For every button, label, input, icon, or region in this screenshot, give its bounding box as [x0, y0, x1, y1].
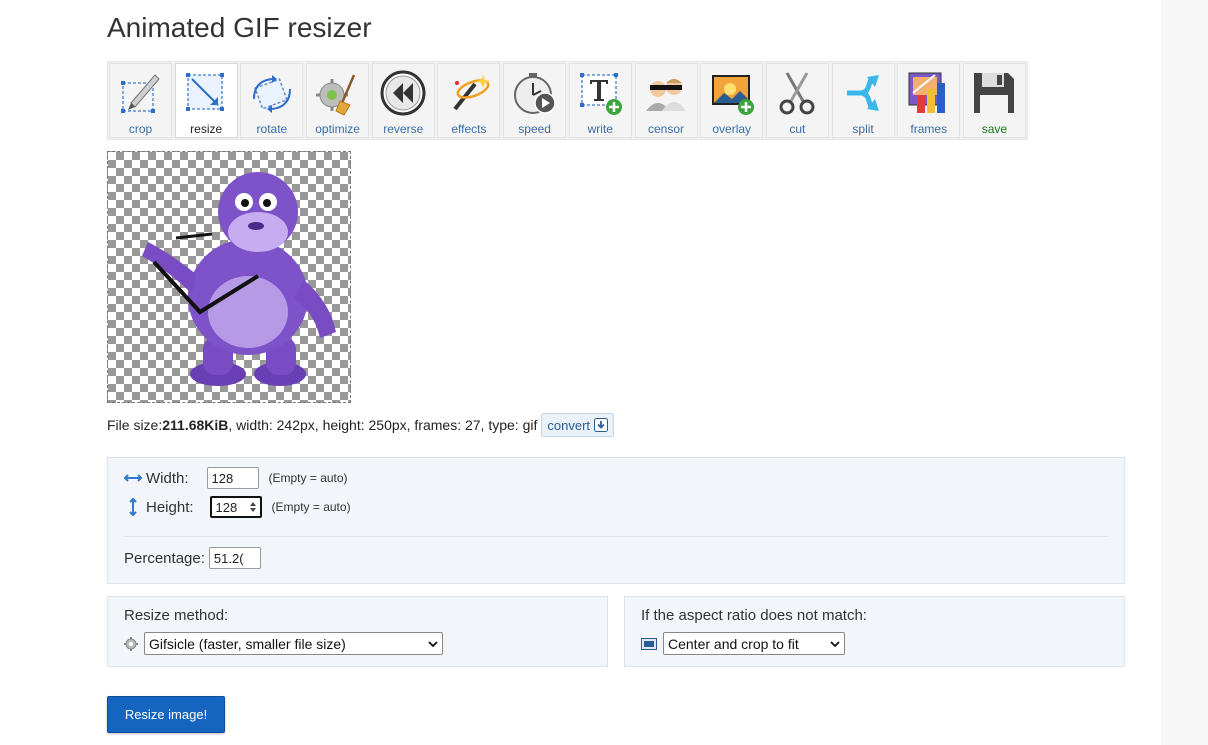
page-side-strip	[1161, 0, 1208, 745]
spinner-arrows-icon[interactable]	[249, 501, 257, 513]
horizontal-arrow-icon	[124, 474, 142, 482]
height-label: Height:	[146, 498, 194, 516]
tool-resize[interactable]: resize	[174, 63, 238, 138]
tool-label: cut	[789, 122, 806, 136]
tool-frames[interactable]: frames	[897, 63, 961, 138]
gif-preview	[107, 151, 351, 403]
crop-icon	[120, 74, 160, 113]
vertical-arrow-icon	[129, 498, 137, 516]
tool-save[interactable]: save	[962, 63, 1026, 138]
download-arrow-icon	[594, 418, 609, 432]
tool-label: frames	[910, 122, 948, 136]
resize-icon	[186, 73, 225, 111]
aspect-ratio-panel: If the aspect ratio does not match: Cent…	[624, 596, 1125, 667]
height-hint: (Empty = auto)	[271, 500, 351, 514]
chevron-down-icon	[830, 640, 840, 647]
reverse-icon	[380, 70, 426, 116]
censor-icon	[646, 79, 686, 111]
tool-label: split	[852, 122, 874, 136]
tool-optimize[interactable]: optimize	[306, 63, 370, 138]
aspect-ratio-select[interactable]: Center and crop to fit	[663, 632, 845, 655]
resize-method-panel: Resize method: Gifsicle (faster, smaller…	[107, 596, 608, 667]
width-row: Width: (Empty = auto)	[124, 467, 348, 489]
split-icon	[847, 75, 880, 111]
resize-image-button[interactable]: Resize image!	[107, 696, 225, 733]
file-details: , width: 242px, height: 250px, frames: 2…	[228, 417, 538, 433]
convert-button[interactable]: convert	[541, 413, 615, 437]
width-input[interactable]	[206, 467, 259, 489]
percentage-input[interactable]	[208, 547, 261, 569]
height-row: Height: (Empty = auto)	[124, 496, 351, 518]
frames-icon	[908, 72, 945, 113]
aspect-ratio-row: Center and crop to fit	[641, 632, 845, 655]
picture-frame-icon	[641, 637, 657, 650]
tool-speed[interactable]: speed	[503, 63, 567, 138]
width-hint: (Empty = auto)	[268, 471, 348, 485]
rotate-icon	[252, 75, 291, 113]
tool-label: overlay	[712, 122, 752, 136]
tool-split[interactable]: split	[831, 63, 895, 138]
optimize-icon	[315, 74, 355, 116]
tool-label: resize	[190, 122, 223, 136]
page-title: Animated GIF resizer	[107, 12, 372, 43]
dimensions-panel: Width: (Empty = auto) Height: (Empty = a…	[107, 457, 1125, 584]
tool-label: save	[981, 122, 1008, 136]
resize-method-label: Resize method:	[124, 607, 229, 624]
tool-overlay[interactable]: overlay	[700, 63, 764, 138]
resize-method-row: Gifsicle (faster, smaller file size)	[124, 632, 443, 655]
height-stepper[interactable]	[209, 496, 262, 518]
tool-label: effects	[451, 122, 487, 136]
gorilla-image	[142, 172, 336, 386]
tool-label: rotate	[256, 122, 288, 136]
tool-toolbar: crop resize rotate optimize reverse effe…	[107, 61, 1028, 140]
save-icon	[974, 73, 1015, 113]
aspect-ratio-value: Center and crop to fit	[668, 635, 799, 652]
tool-label: write	[587, 122, 613, 136]
file-size-label: File size:	[107, 417, 163, 433]
tool-reverse[interactable]: reverse	[371, 63, 435, 138]
write-icon	[580, 73, 623, 115]
tool-label: speed	[518, 122, 551, 136]
aspect-ratio-label: If the aspect ratio does not match:	[641, 607, 867, 624]
resize-method-select[interactable]: Gifsicle (faster, smaller file size)	[144, 632, 443, 655]
tool-label: optimize	[315, 122, 360, 136]
file-size-value: 211.68KiB	[162, 417, 229, 433]
tool-label: censor	[647, 122, 685, 136]
dimensions-separator	[124, 536, 1108, 537]
width-label: Width:	[146, 469, 189, 487]
tool-write[interactable]: write	[568, 63, 632, 138]
effects-icon	[453, 75, 490, 111]
tool-cut[interactable]: cut	[765, 63, 829, 138]
convert-label: convert	[547, 417, 591, 433]
tool-crop[interactable]: crop	[109, 63, 172, 138]
tool-effects[interactable]: effects	[437, 63, 501, 138]
speed-icon	[513, 73, 556, 114]
tool-label: reverse	[383, 122, 424, 136]
gear-icon	[124, 636, 138, 651]
chevron-down-icon	[428, 640, 438, 647]
overlay-icon	[711, 75, 754, 115]
cut-icon	[779, 72, 815, 115]
percentage-row: Percentage:	[124, 547, 261, 569]
tool-censor[interactable]: censor	[634, 63, 698, 138]
resize-method-value: Gifsicle (faster, smaller file size)	[149, 635, 346, 652]
file-info: File size: 211.68KiB , width: 242px, hei…	[107, 413, 615, 437]
tool-label: crop	[128, 122, 153, 136]
percentage-label: Percentage:	[124, 549, 205, 567]
tool-rotate[interactable]: rotate	[240, 63, 304, 138]
